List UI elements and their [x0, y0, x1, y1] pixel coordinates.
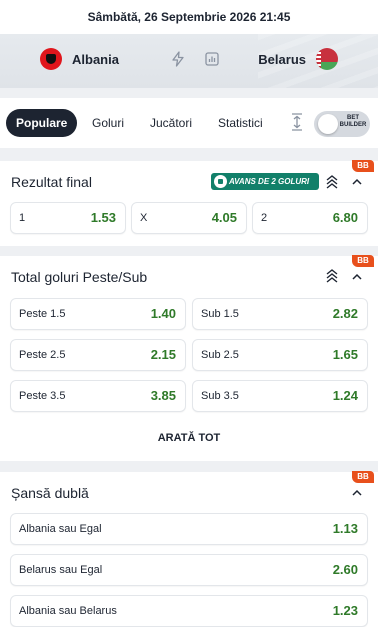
tab-goluri[interactable]: Goluri: [92, 109, 124, 137]
odd-label: Albania sau Egal: [19, 523, 102, 535]
odd-value: 6.80: [332, 210, 358, 225]
odd-value: 1.24: [332, 388, 358, 403]
odd-value: 1.65: [332, 347, 358, 362]
odd-button[interactable]: X 4.05: [131, 202, 247, 234]
odd-label: Sub 3.5: [201, 390, 239, 402]
odd-label: Peste 2.5: [19, 349, 66, 361]
odd-button[interactable]: 2 6.80: [252, 202, 368, 234]
lightning-icon[interactable]: [170, 51, 186, 67]
odd-label: 1: [19, 212, 26, 224]
odd-value: 2.60: [332, 562, 358, 577]
odd-label: Peste 1.5: [19, 308, 66, 320]
tab-jucatori[interactable]: Jucători: [150, 109, 192, 137]
odd-value: 2.82: [332, 306, 358, 321]
stats-icon[interactable]: [204, 51, 220, 67]
odd-button[interactable]: 1 1.53: [10, 202, 126, 234]
odd-label: Sub 2.5: [201, 349, 239, 361]
odd-button[interactable]: Peste 1.5 1.40: [10, 298, 186, 330]
market-title: Rezultat final: [11, 174, 92, 190]
away-team-name: Belarus: [258, 51, 306, 67]
home-team-name: Albania: [72, 51, 119, 67]
toggle-knob: [318, 114, 338, 134]
odd-button[interactable]: Belarus sau Egal 2.60: [10, 554, 368, 586]
bet-builder-badge: BB: [352, 255, 374, 267]
odd-value: 1.40: [150, 306, 176, 321]
odd-label: Albania sau Belarus: [19, 605, 117, 617]
bet-builder-stack-icon: [326, 269, 338, 283]
away-team: Belarus: [258, 48, 338, 70]
bet-builder-badge: BB: [352, 471, 374, 483]
match-header: Albania Belarus: [0, 34, 378, 88]
bet-builder-badge: BB: [352, 160, 374, 172]
odd-button[interactable]: Sub 1.5 2.82: [192, 298, 368, 330]
odd-button[interactable]: Peste 2.5 2.15: [10, 339, 186, 371]
market-title: Total goluri Peste/Sub: [11, 269, 148, 285]
albania-flag-icon: [40, 48, 62, 70]
expand-collapse-icon[interactable]: [290, 112, 304, 132]
odd-value: 1.13: [332, 521, 358, 536]
odd-label: 2: [261, 212, 268, 224]
odd-value: 1.53: [90, 210, 116, 225]
match-actions: [170, 51, 220, 67]
promo-text: AVANS DE 2 GOLURI: [229, 177, 310, 186]
odd-button[interactable]: Albania sau Belarus 1.23: [10, 595, 368, 627]
tab-statistici[interactable]: Statistici: [218, 109, 263, 137]
promo-banner[interactable]: AVANS DE 2 GOLURI: [211, 173, 319, 190]
bet-builder-label: BET BUILDER: [339, 115, 367, 128]
odd-value: 2.15: [150, 347, 176, 362]
odd-button[interactable]: Sub 2.5 1.65: [192, 339, 368, 371]
odd-label: Peste 3.5: [19, 390, 66, 402]
soccer-ball-icon: [214, 175, 227, 188]
odd-value: 3.85: [150, 388, 176, 403]
odd-button[interactable]: Sub 3.5 1.24: [192, 380, 368, 412]
tab-populare[interactable]: Populare: [6, 109, 78, 137]
odd-value: 4.05: [211, 210, 237, 225]
bet-builder-stack-icon: [326, 175, 338, 189]
odd-button[interactable]: Peste 3.5 3.85: [10, 380, 186, 412]
market-title: Șansă dublă: [11, 485, 89, 501]
show-all-button[interactable]: ARATĂ TOT: [0, 432, 378, 444]
chevron-up-icon[interactable]: [352, 177, 362, 187]
chevron-up-icon[interactable]: [352, 488, 362, 498]
odd-label: Belarus sau Egal: [19, 564, 103, 576]
odd-label: Sub 1.5: [201, 308, 239, 320]
odd-value: 1.23: [332, 603, 358, 618]
odd-button[interactable]: Albania sau Egal 1.13: [10, 513, 368, 545]
match-datetime: Sâmbătă, 26 Septembrie 2026 21:45: [0, 0, 378, 34]
belarus-flag-icon: [316, 48, 338, 70]
chevron-up-icon[interactable]: [352, 272, 362, 282]
odd-label: X: [140, 212, 148, 224]
home-team: Albania: [40, 48, 119, 70]
